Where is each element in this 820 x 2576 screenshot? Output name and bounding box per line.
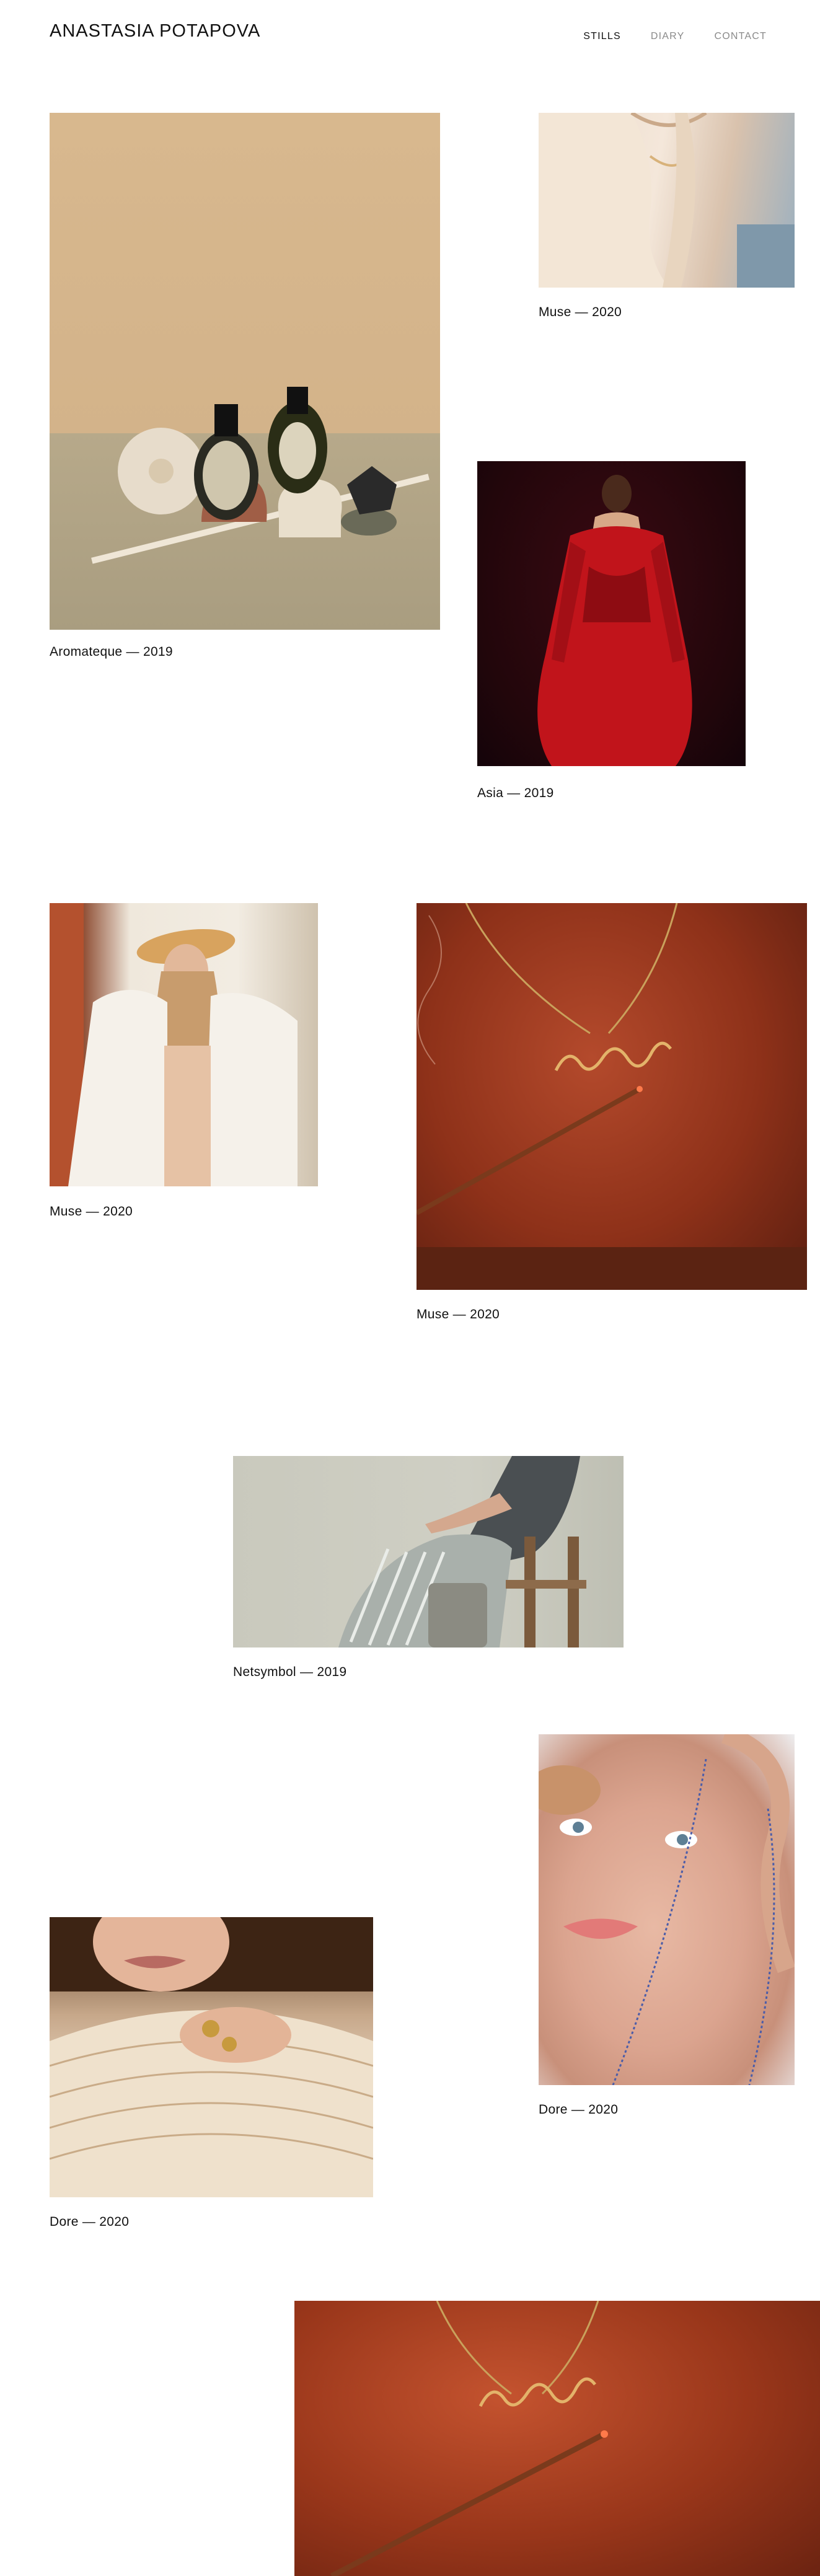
- gallery-item-asia[interactable]: Asia — 2019: [477, 461, 746, 800]
- gallery-item-dore-1[interactable]: Dore — 2020: [539, 1734, 795, 2117]
- gallery-item-aromateque[interactable]: Aromateque — 2019: [50, 113, 440, 659]
- muse-portrait-illustration: [539, 113, 795, 288]
- nav-item-stills[interactable]: STILLS: [583, 31, 621, 42]
- gallery-photo[interactable]: [477, 461, 746, 766]
- gallery-caption: Muse — 2020: [539, 305, 622, 319]
- gallery-caption: Netsymbol — 2019: [233, 1665, 347, 1679]
- gallery-photo[interactable]: [50, 903, 318, 1186]
- gallery-photo[interactable]: [233, 1456, 624, 1647]
- gallery-caption: Dore — 2020: [539, 2102, 619, 2117]
- gallery-photo[interactable]: [50, 113, 440, 630]
- nav-item-contact[interactable]: CONTACT: [714, 31, 767, 42]
- gallery-photo[interactable]: [417, 903, 807, 1290]
- dore-hands-illustration: [50, 1917, 373, 2197]
- seated-figure-illustration: [338, 1456, 586, 1647]
- gallery-caption: Muse — 2020: [50, 1204, 133, 1219]
- gallery-photo[interactable]: [294, 2301, 820, 2576]
- gallery-caption: Muse — 2020: [417, 1307, 500, 1321]
- gallery-photo[interactable]: [50, 1917, 373, 2197]
- necklace-incense-illustration: [330, 2301, 608, 2576]
- site-logo-link[interactable]: ANASTASIA POTAPOVA: [50, 21, 260, 42]
- gallery-item-dore-2[interactable]: Dore — 2020: [50, 1917, 373, 2229]
- necklace-incense-illustration: [417, 903, 807, 1290]
- site-header: ANASTASIA POTAPOVA STILLS DIARY CONTACT: [0, 0, 820, 68]
- gallery-item-netsymbol[interactable]: Netsymbol — 2019: [233, 1456, 624, 1679]
- gallery-item-necklace-bottom[interactable]: [294, 2301, 820, 2576]
- gallery-caption: Aromateque — 2019: [50, 645, 173, 659]
- gallery-item-muse-3[interactable]: Muse — 2020: [417, 903, 807, 1321]
- gallery-caption: Dore — 2020: [50, 2215, 130, 2229]
- perfume-bottles-illustration: [91, 387, 430, 564]
- nav-item-diary[interactable]: DIARY: [651, 31, 685, 42]
- gallery-caption: Asia — 2019: [477, 786, 554, 800]
- gallery-item-muse-1[interactable]: Muse — 2020: [539, 113, 795, 319]
- dore-face-illustration: [539, 1734, 795, 2085]
- gallery-photo[interactable]: [539, 1734, 795, 2085]
- main-nav: STILLS DIARY CONTACT: [553, 31, 767, 42]
- gallery-item-muse-2[interactable]: Muse — 2020: [50, 903, 318, 1219]
- gallery-photo[interactable]: [539, 113, 795, 288]
- muse-hat-illustration: [50, 903, 298, 1186]
- red-dress-illustration: [537, 475, 692, 766]
